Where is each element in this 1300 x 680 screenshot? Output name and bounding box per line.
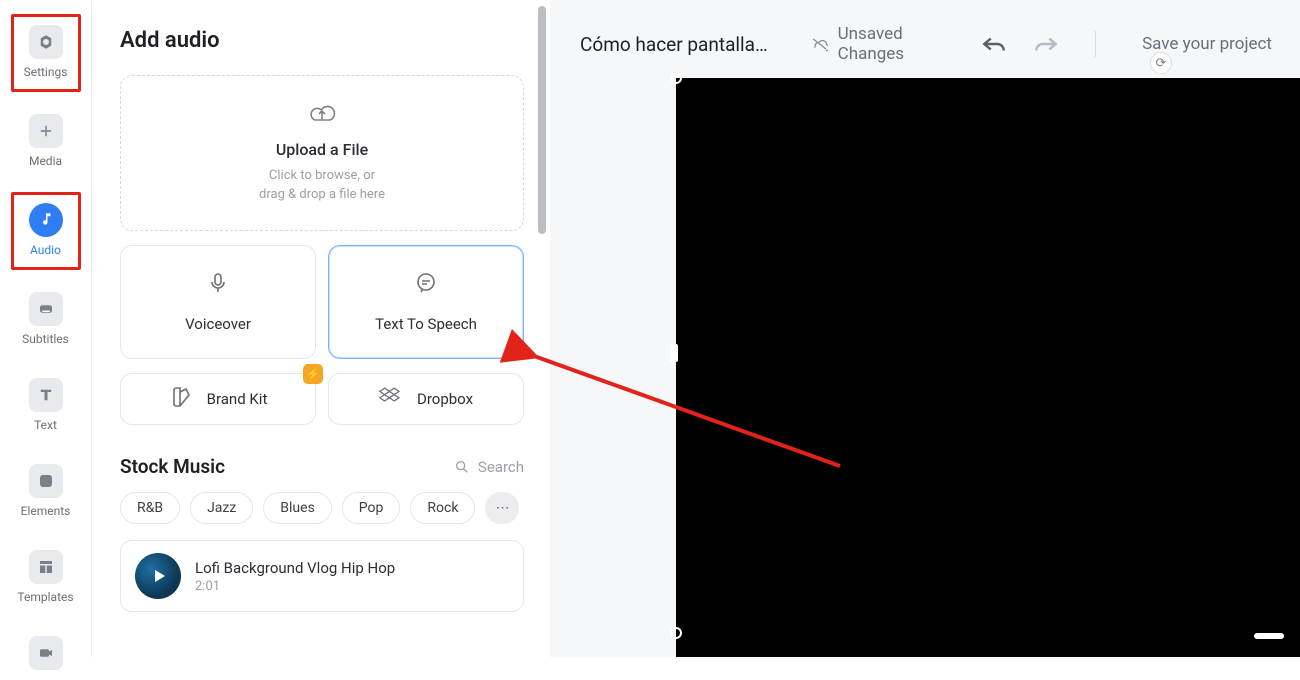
genre-chip[interactable]: R&B: [120, 492, 180, 524]
nav-label: Media: [29, 154, 62, 168]
more-genres-button[interactable]: ⋯: [485, 492, 519, 524]
brandkit-label: Brand Kit: [207, 390, 268, 408]
resize-handle-left[interactable]: [670, 344, 678, 362]
project-title[interactable]: Cómo hacer pantallas final...: [580, 33, 771, 56]
resize-handle-bottom-left[interactable]: [670, 627, 682, 639]
stock-track-item[interactable]: Lofi Background Vlog Hip Hop 2:01: [120, 540, 524, 612]
plus-icon: [29, 114, 63, 148]
genre-chip[interactable]: Jazz: [190, 492, 253, 524]
track-title: Lofi Background Vlog Hip Hop: [195, 559, 395, 577]
camera-icon: [29, 636, 63, 670]
music-note-icon: [29, 203, 63, 237]
resize-handle-bottom-right[interactable]: [1254, 633, 1284, 639]
nav-item-audio[interactable]: Audio: [11, 192, 81, 270]
panel-scrollbar[interactable]: [538, 6, 546, 234]
genre-chip[interactable]: Pop: [342, 492, 401, 524]
video-preview[interactable]: [676, 78, 1300, 657]
unsaved-label: Unsaved Changes: [838, 24, 944, 64]
upload-sub-line1: Click to browse, or: [269, 168, 375, 183]
nav-label: Audio: [30, 243, 61, 257]
nav-item-elements[interactable]: Elements: [11, 456, 81, 528]
panel-title: Add audio: [120, 28, 524, 53]
cloud-off-icon: [811, 35, 828, 53]
upload-dropzone[interactable]: Upload a File Click to browse, or drag &…: [120, 75, 524, 231]
separator: [1095, 31, 1096, 57]
track-duration: 2:01: [195, 579, 395, 594]
resize-handle-top-left[interactable]: [670, 72, 682, 84]
voiceover-button[interactable]: Voiceover: [120, 245, 316, 359]
brand-kit-button[interactable]: ⚡ Brand Kit: [120, 373, 316, 425]
redo-icon[interactable]: [1033, 34, 1059, 54]
left-nav-rail: Settings Media Audio Subtitles Text Elem…: [0, 0, 92, 657]
genre-chip[interactable]: Rock: [410, 492, 475, 524]
nav-label: Settings: [24, 65, 68, 79]
nav-item-text[interactable]: Text: [11, 370, 81, 442]
genre-chip[interactable]: Blues: [263, 492, 332, 524]
stock-music-title: Stock Music: [120, 455, 225, 478]
dropbox-icon: [379, 385, 403, 413]
nav-label: Templates: [17, 590, 73, 604]
text-to-speech-button[interactable]: Text To Speech: [328, 245, 524, 359]
speech-bubble-icon: [414, 271, 438, 299]
settings-icon: [29, 25, 63, 59]
dropbox-label: Dropbox: [417, 390, 473, 408]
genre-chip-row: R&B Jazz Blues Pop Rock ⋯: [120, 492, 524, 524]
canvas-area: Cómo hacer pantallas final... Unsaved Ch…: [550, 0, 1300, 657]
nav-label: Elements: [21, 504, 71, 518]
cloud-upload-icon: [307, 102, 337, 130]
upload-sub-line2: drag & drop a file here: [259, 187, 385, 202]
nav-item-templates[interactable]: Templates: [11, 542, 81, 614]
nav-label: Text: [34, 418, 57, 432]
elements-icon: [29, 464, 63, 498]
undo-icon[interactable]: [981, 34, 1007, 54]
voiceover-label: Voiceover: [185, 315, 251, 333]
text-icon: [29, 378, 63, 412]
nav-item-subtitles[interactable]: Subtitles: [11, 284, 81, 356]
stock-search-button[interactable]: Search: [454, 458, 524, 476]
upload-subtitle: Click to browse, or drag & drop a file h…: [259, 167, 385, 205]
play-icon[interactable]: [135, 553, 181, 599]
editor-top-bar: Cómo hacer pantallas final... Unsaved Ch…: [550, 0, 1300, 64]
subtitles-icon: [29, 292, 63, 326]
templates-icon: [29, 550, 63, 584]
bolt-badge-icon: ⚡: [303, 364, 323, 384]
nav-label: Subtitles: [22, 332, 69, 346]
unsaved-indicator: Unsaved Changes: [811, 24, 944, 64]
swatch-icon: [169, 385, 193, 413]
search-icon: [454, 459, 470, 475]
microphone-icon: [206, 271, 230, 299]
audio-side-panel: Add audio Upload a File Click to browse,…: [92, 0, 550, 657]
save-project-button[interactable]: Save your project: [1142, 34, 1272, 54]
upload-title: Upload a File: [276, 140, 368, 159]
sync-icon[interactable]: ⟳: [1150, 52, 1172, 74]
search-label: Search: [478, 458, 524, 476]
nav-item-settings[interactable]: Settings: [11, 14, 81, 92]
dropbox-button[interactable]: Dropbox: [328, 373, 524, 425]
nav-item-media[interactable]: Media: [11, 106, 81, 178]
tts-label: Text To Speech: [375, 315, 477, 333]
nav-item-record[interactable]: [11, 628, 81, 680]
